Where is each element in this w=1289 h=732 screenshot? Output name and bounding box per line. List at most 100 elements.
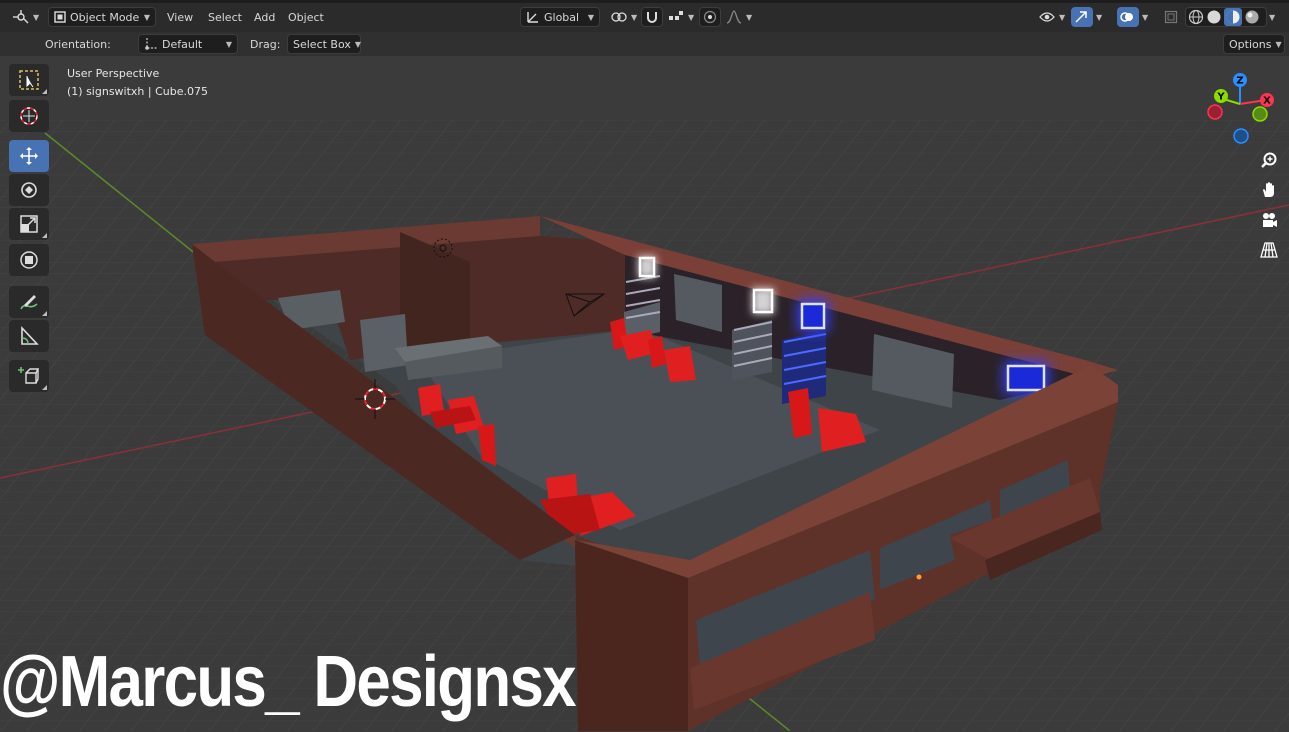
options-dropdown[interactable]: Options ▼ (1223, 34, 1285, 54)
orientation-default-icon (144, 37, 158, 51)
zoom-magnifier-icon (1260, 151, 1278, 169)
magnet-icon (645, 10, 659, 24)
tool-corner (42, 311, 47, 316)
material-preview-shading-icon[interactable] (1224, 8, 1242, 26)
camera-view-button[interactable] (1255, 206, 1283, 234)
cursor-tool[interactable] (9, 100, 49, 132)
proportional-editing-toggle[interactable] (699, 7, 721, 27)
object-origin-dot (916, 574, 922, 580)
scene-render[interactable] (0, 56, 1289, 731)
chevron-down-icon: ▼ (1059, 12, 1066, 22)
proportional-falloff-dropdown[interactable]: ▼ (721, 7, 757, 27)
overlays-icon (1120, 10, 1134, 24)
shelf-middle (732, 320, 773, 380)
falloff-curve-icon (726, 10, 742, 24)
3d-viewport[interactable]: Z X Y (0, 56, 1289, 731)
video-camera-icon (1260, 211, 1278, 229)
transform-tool[interactable] (9, 244, 49, 276)
menu-select[interactable]: Select (203, 7, 247, 27)
xray-icon (1164, 10, 1178, 24)
header-top-line (0, 0, 1289, 3)
menu-add[interactable]: Add (249, 7, 280, 27)
gizmo-x-label: X (1263, 96, 1271, 107)
tool-corner (42, 385, 47, 390)
pan-button[interactable] (1255, 176, 1283, 204)
tool-settings-bar: Orientation: Default ▼ Drag: Select Box … (0, 32, 1289, 56)
editor-type-button[interactable]: ▼ (8, 7, 44, 27)
chevron-down-icon: ▼ (688, 12, 695, 22)
gizmo-z-label: Z (1236, 76, 1243, 87)
gizmo-toggle[interactable] (1071, 7, 1093, 27)
pivot-icon (611, 10, 627, 24)
mode-label: Object Mode (70, 10, 140, 24)
pencil-annotate-icon (18, 291, 40, 313)
orientation-value: Default (162, 37, 203, 51)
move-tool[interactable] (9, 140, 49, 172)
gizmo-icon (1074, 10, 1088, 24)
orientation-label: Orientation: (45, 37, 111, 51)
rotate-icon (18, 179, 40, 201)
add-cube-tool[interactable] (9, 360, 49, 392)
transform-orientation-dropdown[interactable]: Global ▼ (520, 7, 600, 27)
crosshair-cursor-icon (18, 105, 40, 127)
door-panel (360, 314, 408, 372)
chevron-down-icon: ▼ (587, 12, 594, 22)
scale-tool[interactable] (9, 208, 49, 240)
3d-viewport-icon (13, 10, 29, 24)
chevron-down-icon: ▼ (225, 39, 232, 49)
add-cube-icon (18, 365, 40, 387)
options-label: Options (1229, 37, 1272, 51)
chevron-down-icon: ▼ (1096, 12, 1103, 22)
drag-dropdown[interactable]: Select Box ▼ (287, 34, 361, 54)
chevron-down-icon: ▼ (143, 12, 150, 22)
orientation-dropdown[interactable]: Default ▼ (138, 34, 238, 54)
neon-sign-white-2 (752, 288, 774, 314)
snap-target-dropdown[interactable]: ▼ (663, 7, 699, 27)
overlays-dropdown[interactable]: ▼ (1139, 7, 1151, 27)
perspective-toggle-button[interactable] (1255, 236, 1283, 264)
shading-buttons (1185, 7, 1267, 27)
xray-toggle[interactable] (1161, 7, 1181, 27)
chevron-down-icon: ▼ (33, 12, 40, 22)
rotate-tool[interactable] (9, 174, 49, 206)
neon-sign-white-1 (638, 256, 656, 278)
annotate-tool[interactable] (9, 286, 49, 318)
tool-corner (42, 233, 47, 238)
watermark-text: @Marcus_ Designsx (0, 642, 577, 722)
active-object-text: (1) signswitxh | Cube.075 (67, 85, 208, 98)
header-bar: ▼ Object Mode ▼ View Select Add Object G… (0, 0, 1289, 32)
chevron-down-icon: ▼ (631, 12, 638, 22)
snap-toggle[interactable] (641, 7, 663, 27)
transform-orientation-label: Global (544, 10, 580, 24)
mode-dropdown[interactable]: Object Mode ▼ (48, 7, 156, 27)
orientation-global-icon (526, 10, 540, 24)
visibility-dropdown[interactable]: ▼ (1034, 7, 1070, 27)
navigation-gizmo[interactable]: Z X Y (1200, 66, 1280, 146)
solid-shading-icon[interactable] (1206, 9, 1222, 25)
chevron-down-icon: ▼ (746, 12, 753, 22)
zoom-button[interactable] (1255, 146, 1283, 174)
shading-dropdown[interactable]: ▼ (1266, 7, 1278, 27)
snap-increment-icon (668, 10, 684, 24)
proportional-edit-icon (703, 10, 717, 24)
overlays-toggle[interactable] (1117, 7, 1139, 27)
rendered-shading-icon[interactable] (1244, 9, 1260, 25)
chevron-down-icon: ▼ (1275, 39, 1282, 49)
scale-icon (18, 213, 40, 235)
move-arrows-icon (18, 145, 40, 167)
drag-value: Select Box (293, 37, 351, 51)
select-box-icon (18, 69, 40, 91)
chevron-down-icon: ▼ (1269, 12, 1276, 22)
chevron-down-icon: ▼ (354, 39, 362, 49)
menu-object[interactable]: Object (283, 7, 329, 27)
measure-tool[interactable] (9, 320, 49, 352)
pivot-point-dropdown[interactable]: ▼ (606, 7, 642, 27)
tool-corner (42, 89, 47, 94)
gizmo-dropdown[interactable]: ▼ (1093, 7, 1105, 27)
hand-pan-icon (1260, 181, 1278, 199)
object-mode-icon (54, 11, 66, 23)
menu-view[interactable]: View (162, 7, 198, 27)
eye-icon (1039, 11, 1055, 23)
select-box-tool[interactable] (9, 64, 49, 96)
wireframe-shading-icon[interactable] (1188, 9, 1204, 25)
